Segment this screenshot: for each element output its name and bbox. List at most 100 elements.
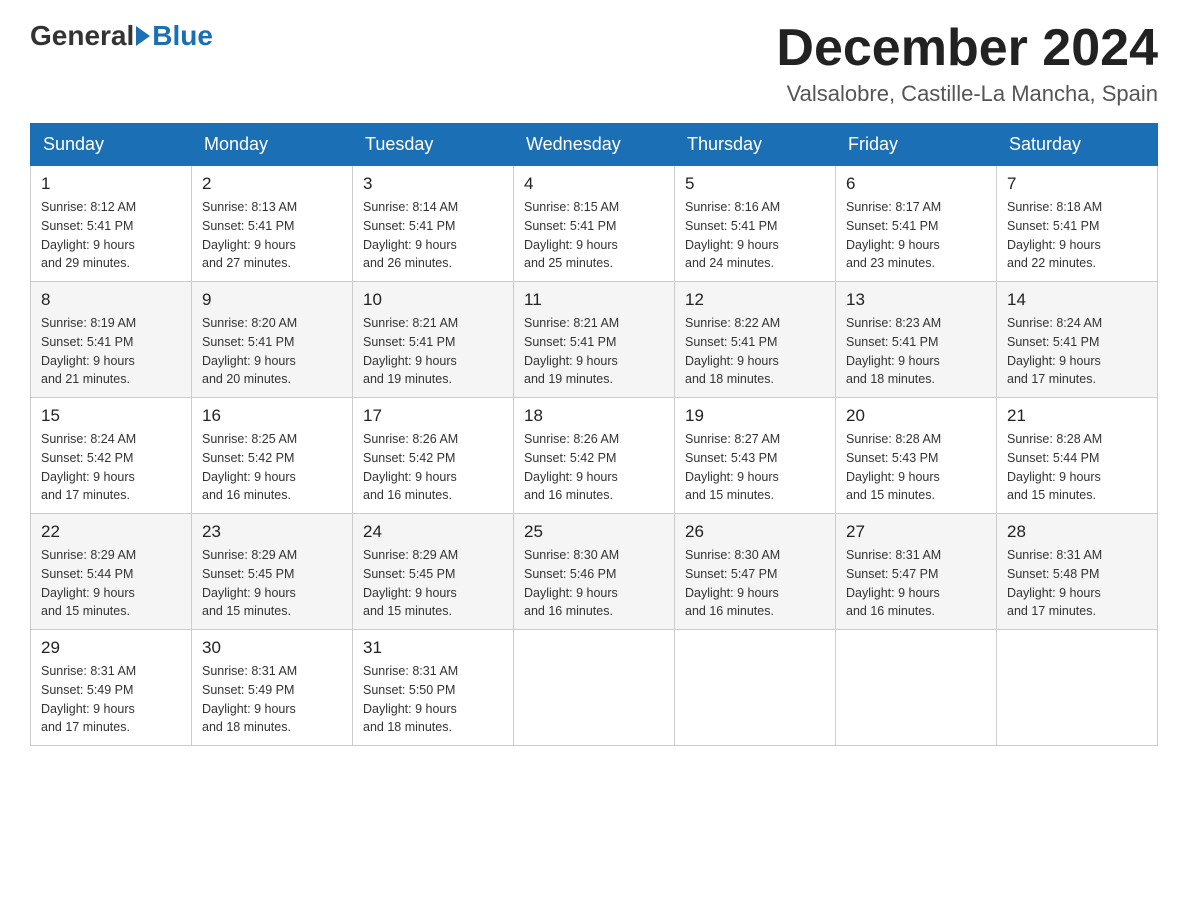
col-header-monday: Monday: [192, 124, 353, 166]
calendar-cell: 15 Sunrise: 8:24 AMSunset: 5:42 PMDayligh…: [31, 398, 192, 514]
day-info: Sunrise: 8:28 AMSunset: 5:44 PMDaylight:…: [1007, 430, 1147, 505]
day-number: 11: [524, 290, 664, 310]
calendar-cell: 12Sunrise: 8:22 AMSunset: 5:41 PMDayligh…: [675, 282, 836, 398]
day-info: Sunrise: 8:17 AMSunset: 5:41 PMDaylight:…: [846, 198, 986, 273]
day-info: Sunrise: 8:31 AMSunset: 5:50 PMDaylight:…: [363, 662, 503, 737]
day-info: Sunrise: 8:15 AMSunset: 5:41 PMDaylight:…: [524, 198, 664, 273]
day-number: 24: [363, 522, 503, 542]
calendar-cell: 6 Sunrise: 8:17 AMSunset: 5:41 PMDaylight…: [836, 166, 997, 282]
day-info: Sunrise: 8:21 AMSunset: 5:41 PMDaylight:…: [524, 314, 664, 389]
day-number: 27: [846, 522, 986, 542]
day-info: Sunrise: 8:13 AMSunset: 5:41 PMDaylight:…: [202, 198, 342, 273]
day-info: Sunrise: 8:23 AMSunset: 5:41 PMDaylight:…: [846, 314, 986, 389]
calendar-cell: [836, 630, 997, 746]
day-number: 13: [846, 290, 986, 310]
calendar-cell: [675, 630, 836, 746]
page-header: General Blue December 2024 Valsalobre, C…: [30, 20, 1158, 107]
day-info: Sunrise: 8:24 AMSunset: 5:42 PMDaylight:…: [41, 430, 181, 505]
day-number: 2: [202, 174, 342, 194]
day-number: 31: [363, 638, 503, 658]
calendar-cell: 22 Sunrise: 8:29 AMSunset: 5:44 PMDayligh…: [31, 514, 192, 630]
col-header-tuesday: Tuesday: [353, 124, 514, 166]
day-number: 29: [41, 638, 181, 658]
calendar-cell: 25Sunrise: 8:30 AMSunset: 5:46 PMDayligh…: [514, 514, 675, 630]
day-number: 7: [1007, 174, 1147, 194]
calendar-cell: 31 Sunrise: 8:31 AMSunset: 5:50 PMDayligh…: [353, 630, 514, 746]
calendar-week-row: 8 Sunrise: 8:19 AMSunset: 5:41 PMDaylight…: [31, 282, 1158, 398]
day-info: Sunrise: 8:26 AMSunset: 5:42 PMDaylight:…: [524, 430, 664, 505]
day-number: 16: [202, 406, 342, 426]
calendar-cell: 27 Sunrise: 8:31 AMSunset: 5:47 PMDayligh…: [836, 514, 997, 630]
day-number: 6: [846, 174, 986, 194]
day-info: Sunrise: 8:18 AMSunset: 5:41 PMDaylight:…: [1007, 198, 1147, 273]
col-header-wednesday: Wednesday: [514, 124, 675, 166]
calendar-cell: 23 Sunrise: 8:29 AMSunset: 5:45 PMDayligh…: [192, 514, 353, 630]
day-number: 18: [524, 406, 664, 426]
day-number: 14: [1007, 290, 1147, 310]
calendar-cell: 29 Sunrise: 8:31 AMSunset: 5:49 PMDayligh…: [31, 630, 192, 746]
calendar-cell: 24 Sunrise: 8:29 AMSunset: 5:45 PMDayligh…: [353, 514, 514, 630]
calendar-week-row: 22 Sunrise: 8:29 AMSunset: 5:44 PMDayligh…: [31, 514, 1158, 630]
day-number: 17: [363, 406, 503, 426]
calendar-cell: 13 Sunrise: 8:23 AMSunset: 5:41 PMDayligh…: [836, 282, 997, 398]
day-info: Sunrise: 8:24 AMSunset: 5:41 PMDaylight:…: [1007, 314, 1147, 389]
col-header-thursday: Thursday: [675, 124, 836, 166]
calendar-cell: 5Sunrise: 8:16 AMSunset: 5:41 PMDaylight…: [675, 166, 836, 282]
day-number: 8: [41, 290, 181, 310]
day-number: 20: [846, 406, 986, 426]
day-info: Sunrise: 8:31 AMSunset: 5:49 PMDaylight:…: [41, 662, 181, 737]
location-title: Valsalobre, Castille-La Mancha, Spain: [776, 81, 1158, 107]
day-info: Sunrise: 8:29 AMSunset: 5:45 PMDaylight:…: [363, 546, 503, 621]
logo-blue-text: Blue: [152, 20, 213, 52]
calendar-cell: 17 Sunrise: 8:26 AMSunset: 5:42 PMDayligh…: [353, 398, 514, 514]
day-number: 15: [41, 406, 181, 426]
day-info: Sunrise: 8:14 AMSunset: 5:41 PMDaylight:…: [363, 198, 503, 273]
calendar-cell: 20 Sunrise: 8:28 AMSunset: 5:43 PMDayligh…: [836, 398, 997, 514]
day-number: 1: [41, 174, 181, 194]
day-number: 25: [524, 522, 664, 542]
day-info: Sunrise: 8:19 AMSunset: 5:41 PMDaylight:…: [41, 314, 181, 389]
calendar-cell: 3Sunrise: 8:14 AMSunset: 5:41 PMDaylight…: [353, 166, 514, 282]
calendar-table: SundayMondayTuesdayWednesdayThursdayFrid…: [30, 123, 1158, 746]
calendar-cell: 14 Sunrise: 8:24 AMSunset: 5:41 PMDayligh…: [997, 282, 1158, 398]
day-info: Sunrise: 8:20 AMSunset: 5:41 PMDaylight:…: [202, 314, 342, 389]
calendar-cell: 19Sunrise: 8:27 AMSunset: 5:43 PMDayligh…: [675, 398, 836, 514]
calendar-week-row: 1Sunrise: 8:12 AMSunset: 5:41 PMDaylight…: [31, 166, 1158, 282]
calendar-cell: 2 Sunrise: 8:13 AMSunset: 5:41 PMDaylight…: [192, 166, 353, 282]
calendar-cell: 1Sunrise: 8:12 AMSunset: 5:41 PMDaylight…: [31, 166, 192, 282]
day-info: Sunrise: 8:31 AMSunset: 5:49 PMDaylight:…: [202, 662, 342, 737]
day-info: Sunrise: 8:21 AMSunset: 5:41 PMDaylight:…: [363, 314, 503, 389]
day-number: 4: [524, 174, 664, 194]
calendar-cell: 18 Sunrise: 8:26 AMSunset: 5:42 PMDayligh…: [514, 398, 675, 514]
title-section: December 2024 Valsalobre, Castille-La Ma…: [776, 20, 1158, 107]
calendar-cell: 30 Sunrise: 8:31 AMSunset: 5:49 PMDayligh…: [192, 630, 353, 746]
calendar-cell: 9Sunrise: 8:20 AMSunset: 5:41 PMDaylight…: [192, 282, 353, 398]
day-info: Sunrise: 8:26 AMSunset: 5:42 PMDaylight:…: [363, 430, 503, 505]
day-number: 22: [41, 522, 181, 542]
day-info: Sunrise: 8:27 AMSunset: 5:43 PMDaylight:…: [685, 430, 825, 505]
col-header-friday: Friday: [836, 124, 997, 166]
calendar-cell: 21Sunrise: 8:28 AMSunset: 5:44 PMDayligh…: [997, 398, 1158, 514]
day-info: Sunrise: 8:28 AMSunset: 5:43 PMDaylight:…: [846, 430, 986, 505]
calendar-week-row: 15 Sunrise: 8:24 AMSunset: 5:42 PMDayligh…: [31, 398, 1158, 514]
calendar-cell: 28Sunrise: 8:31 AMSunset: 5:48 PMDayligh…: [997, 514, 1158, 630]
day-info: Sunrise: 8:29 AMSunset: 5:44 PMDaylight:…: [41, 546, 181, 621]
month-title: December 2024: [776, 20, 1158, 77]
calendar-cell: 8 Sunrise: 8:19 AMSunset: 5:41 PMDaylight…: [31, 282, 192, 398]
calendar-cell: 26Sunrise: 8:30 AMSunset: 5:47 PMDayligh…: [675, 514, 836, 630]
day-number: 5: [685, 174, 825, 194]
calendar-header-row: SundayMondayTuesdayWednesdayThursdayFrid…: [31, 124, 1158, 166]
day-info: Sunrise: 8:22 AMSunset: 5:41 PMDaylight:…: [685, 314, 825, 389]
day-number: 30: [202, 638, 342, 658]
day-info: Sunrise: 8:29 AMSunset: 5:45 PMDaylight:…: [202, 546, 342, 621]
calendar-week-row: 29 Sunrise: 8:31 AMSunset: 5:49 PMDayligh…: [31, 630, 1158, 746]
day-info: Sunrise: 8:31 AMSunset: 5:47 PMDaylight:…: [846, 546, 986, 621]
calendar-cell: [514, 630, 675, 746]
day-info: Sunrise: 8:30 AMSunset: 5:47 PMDaylight:…: [685, 546, 825, 621]
calendar-cell: [997, 630, 1158, 746]
calendar-cell: 11 Sunrise: 8:21 AMSunset: 5:41 PMDayligh…: [514, 282, 675, 398]
day-number: 23: [202, 522, 342, 542]
calendar-cell: 16Sunrise: 8:25 AMSunset: 5:42 PMDayligh…: [192, 398, 353, 514]
col-header-sunday: Sunday: [31, 124, 192, 166]
day-number: 10: [363, 290, 503, 310]
